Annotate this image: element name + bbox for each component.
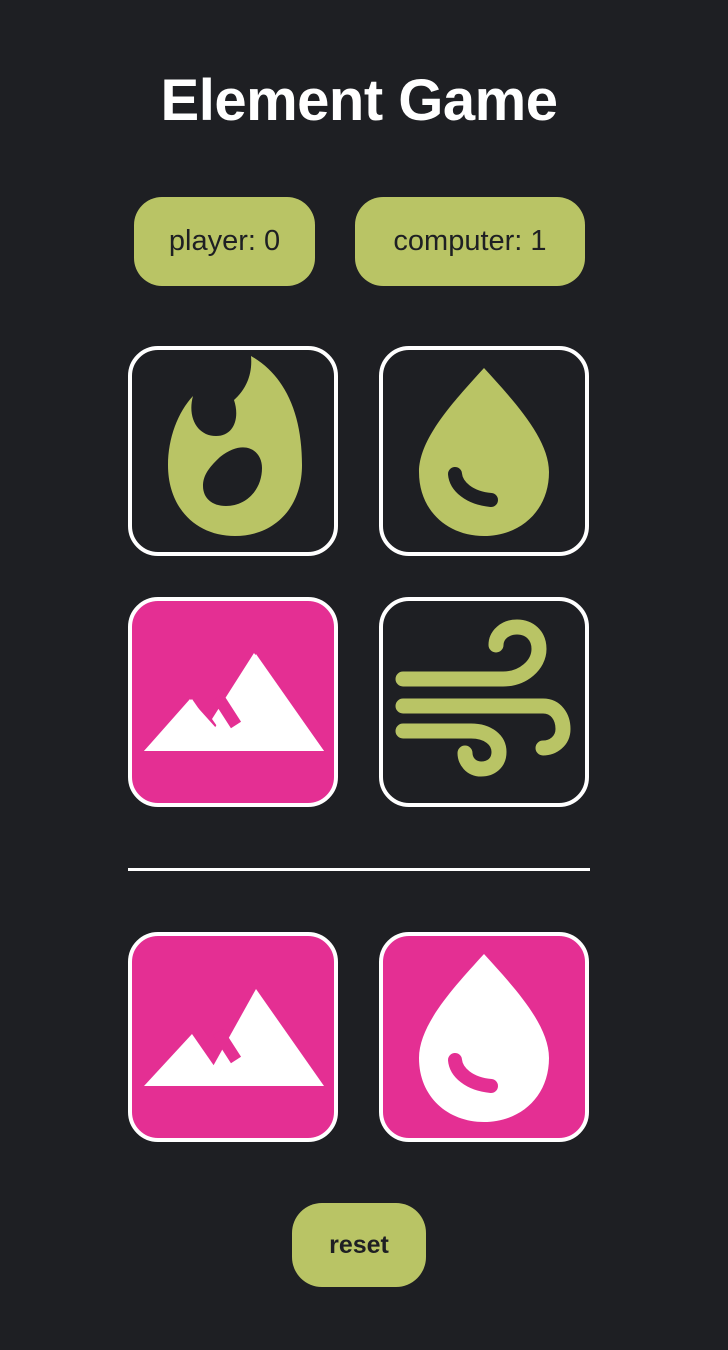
- reset-button[interactable]: reset: [292, 1203, 426, 1287]
- player-score-badge: player: 0: [134, 197, 315, 286]
- computer-score-badge: computer: 1: [355, 197, 585, 286]
- air-choice-button[interactable]: [379, 597, 589, 807]
- fire-choice-button[interactable]: [128, 346, 338, 556]
- earth-choice-button[interactable]: [128, 597, 338, 807]
- mountain-icon: [144, 989, 324, 1086]
- page-title: Element Game: [160, 68, 558, 133]
- mountain-icon: [144, 653, 324, 751]
- water-drop-icon: [419, 954, 549, 1122]
- computer-result-tile: [379, 932, 589, 1142]
- fire-icon: [168, 356, 302, 536]
- wind-icon: [395, 619, 571, 777]
- water-choice-button[interactable]: [379, 346, 589, 556]
- divider: [128, 868, 590, 871]
- player-result-tile: [128, 932, 338, 1142]
- water-drop-icon: [419, 368, 549, 536]
